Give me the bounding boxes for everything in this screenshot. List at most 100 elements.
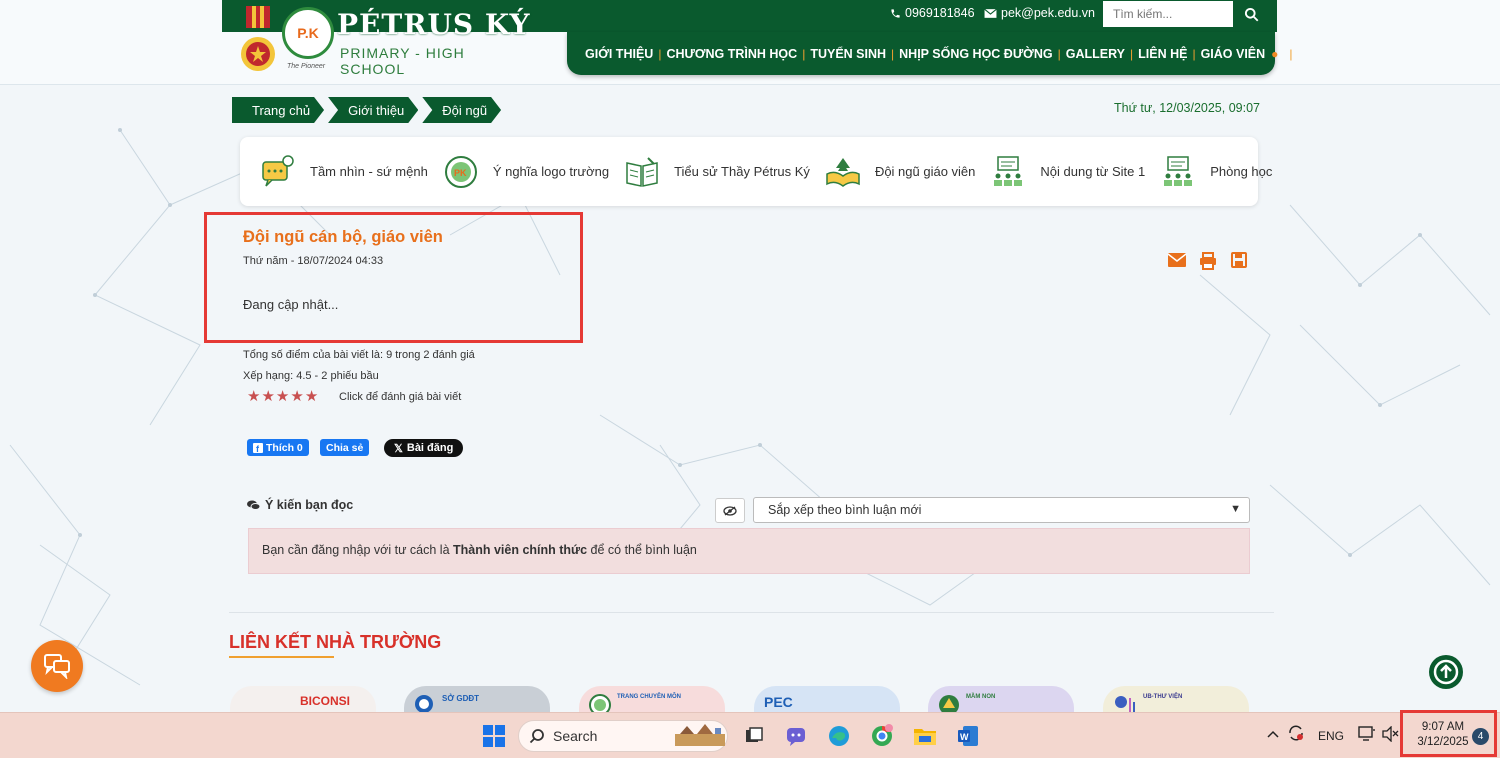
star-icon[interactable]: ★ xyxy=(290,389,303,404)
search-button[interactable] xyxy=(1233,1,1269,27)
phone-contact[interactable]: 0969181846 xyxy=(890,6,975,20)
breadcrumb-gioi-thieu[interactable]: Giới thiệu xyxy=(328,97,418,123)
toggle-comments-button[interactable] xyxy=(715,498,745,523)
nav-separator: | xyxy=(891,46,895,61)
facebook-share[interactable]: Chia sẻ xyxy=(320,439,370,456)
star-icon[interactable]: ★ xyxy=(305,389,318,404)
rate-article-label: Click để đánh giá bài viết xyxy=(339,391,462,403)
edge-browser-icon[interactable] xyxy=(826,723,852,749)
rating-rank: Xếp hạng: 4.5 - 2 phiếu bầu xyxy=(243,370,379,382)
chrome-browser-icon[interactable] xyxy=(869,723,895,749)
chat-widget-button[interactable] xyxy=(31,640,83,692)
star-icon[interactable]: ★ xyxy=(261,389,274,404)
facebook-like[interactable]: f Thích 0 xyxy=(247,439,309,456)
email-contact[interactable]: pek@pek.edu.vn xyxy=(984,6,1095,20)
logo-text: P.K xyxy=(297,25,319,41)
facebook-like-button[interactable]: f Thích 0 xyxy=(247,439,309,456)
post-label: Bài đăng xyxy=(406,442,454,454)
taskbar-clock[interactable]: 9:07 AM 3/12/2025 xyxy=(1408,720,1478,750)
search-input[interactable] xyxy=(1103,1,1233,27)
notice-prefix: Bạn cần đăng nhập với tư cách là xyxy=(262,543,453,557)
show-hidden-icons-chevron-icon[interactable] xyxy=(1267,727,1279,741)
brand-name: PÉTRUS KÝ xyxy=(337,8,531,41)
taskbar-search[interactable]: Search xyxy=(518,720,728,752)
school-logo-icon: PK xyxy=(444,155,477,188)
facebook-share-button[interactable]: Chia sẻ xyxy=(320,439,370,456)
x-post-button[interactable]: 𝕏 Bài đăng xyxy=(384,439,464,457)
volume-muted-icon[interactable] xyxy=(1382,725,1400,745)
partner-label: PEC xyxy=(764,694,793,710)
email-share-icon[interactable] xyxy=(1167,252,1187,270)
nav-gioi-thieu[interactable]: GIỚI THIỆU xyxy=(585,47,653,61)
facebook-icon: f xyxy=(253,442,263,453)
nav-gallery[interactable]: GALLERY xyxy=(1066,47,1125,61)
subnav-item-teachers[interactable]: Đội ngũ giáo viên xyxy=(825,154,975,190)
windows-taskbar: Search W ENG xyxy=(0,712,1500,758)
nav-nhip-song-hoc-duong[interactable]: NHỊP SỐNG HỌC ĐƯỜNG xyxy=(899,47,1052,61)
print-icon[interactable] xyxy=(1199,252,1219,270)
subnav-label: Nội dung từ Site 1 xyxy=(1040,164,1146,179)
nav-giao-vien[interactable]: GIÁO VIÊN xyxy=(1201,47,1266,61)
subnav-item-logo-meaning[interactable]: PK Ý nghĩa logo trường xyxy=(443,154,609,190)
phone-icon xyxy=(891,8,900,18)
breadcrumb-home[interactable]: Trang chủ xyxy=(232,97,324,123)
nav-separator: | xyxy=(658,46,662,61)
nav-separator: | xyxy=(1057,46,1061,61)
file-explorer-icon[interactable] xyxy=(912,723,938,749)
scroll-to-top-button[interactable] xyxy=(1429,655,1463,689)
language-indicator[interactable]: ENG xyxy=(1318,729,1344,743)
x-post[interactable]: 𝕏 Bài đăng xyxy=(384,439,464,457)
rating-stars[interactable]: ★ ★ ★ ★ ★ xyxy=(247,389,318,404)
save-icon[interactable] xyxy=(1231,252,1251,270)
phone-number: 0969181846 xyxy=(905,6,975,20)
nav-separator: | xyxy=(802,46,806,61)
x-logo-icon: 𝕏 xyxy=(394,442,403,455)
chat-icon xyxy=(44,654,70,679)
clock-date: 3/12/2025 xyxy=(1417,736,1469,748)
star-icon[interactable]: ★ xyxy=(276,389,289,404)
breadcrumb-doi-ngu[interactable]: Đội ngũ xyxy=(422,97,501,123)
brand-subtitle: PRIMARY - HIGH SCHOOL xyxy=(340,45,465,77)
nav-tuyen-sinh[interactable]: TUYỂN SINH xyxy=(810,47,886,61)
login-required-notice: Bạn cần đăng nhập với tư cách là Thành v… xyxy=(248,528,1250,574)
comment-sort-select[interactable]: Sắp xếp theo bình luận mới ▼ xyxy=(753,497,1250,523)
windows-start-icon[interactable] xyxy=(481,723,507,749)
subnav-item-biography[interactable]: Tiểu sử Thầy Pétrus Ký xyxy=(624,154,810,190)
subnav-label: Tiểu sử Thầy Pétrus Ký xyxy=(674,164,810,179)
subnav-item-classrooms[interactable]: Phòng học xyxy=(1160,154,1272,190)
school-logo[interactable]: P.K PÉTRUS KÝ PRIMARY - HIGH SCHOOL The … xyxy=(232,2,532,82)
word-app-icon[interactable]: W xyxy=(955,723,981,749)
notification-badge[interactable]: 4 xyxy=(1472,728,1489,745)
comments-icon xyxy=(247,500,260,510)
sync-icon[interactable] xyxy=(1287,724,1305,745)
envelope-icon xyxy=(984,8,997,18)
rating-total: Tổng số điểm của bài viết là: 9 trong 2 … xyxy=(243,349,475,361)
svg-text:W: W xyxy=(960,732,969,742)
clock-time: 9:07 AM xyxy=(1421,721,1465,733)
star-icon[interactable]: ★ xyxy=(247,389,260,404)
nav-separator: | xyxy=(1289,46,1293,61)
book-icon xyxy=(626,156,658,187)
seal-icon xyxy=(415,695,433,713)
partner-label: SỞ GDĐT xyxy=(442,694,480,703)
subnav-item-vision[interactable]: Tầm nhìn - sứ mệnh xyxy=(260,154,428,190)
task-view-icon[interactable] xyxy=(741,723,767,749)
search-highlight-image-icon xyxy=(675,724,726,746)
highlight-annotation-box xyxy=(204,212,583,343)
taskbar-search-label: Search xyxy=(553,728,598,744)
nav-lien-he[interactable]: LIÊN HỆ xyxy=(1138,47,1187,61)
subnav-label: Tầm nhìn - sứ mệnh xyxy=(310,164,428,179)
site-header: P.K PÉTRUS KÝ PRIMARY - HIGH SCHOOL The … xyxy=(0,0,1500,85)
nav-dot-icon: ● xyxy=(1271,46,1279,61)
classroom-icon xyxy=(1164,155,1193,186)
nav-chuong-trinh-hoc[interactable]: CHƯƠNG TRÌNH HỌC xyxy=(666,47,797,61)
comments-heading-label: Ý kiến bạn đọc xyxy=(265,498,354,512)
network-icon[interactable] xyxy=(1358,726,1376,745)
svg-text:PK: PK xyxy=(454,168,467,178)
vision-chat-icon xyxy=(262,154,294,187)
comments-heading: Ý kiến bạn đọc xyxy=(247,498,353,512)
article-tools xyxy=(1167,252,1251,270)
subnav-item-site1-content[interactable]: Nội dung từ Site 1 xyxy=(990,154,1145,190)
teams-chat-icon[interactable] xyxy=(784,723,810,749)
current-datetime: Thứ tư, 12/03/2025, 09:07 xyxy=(1113,101,1260,115)
